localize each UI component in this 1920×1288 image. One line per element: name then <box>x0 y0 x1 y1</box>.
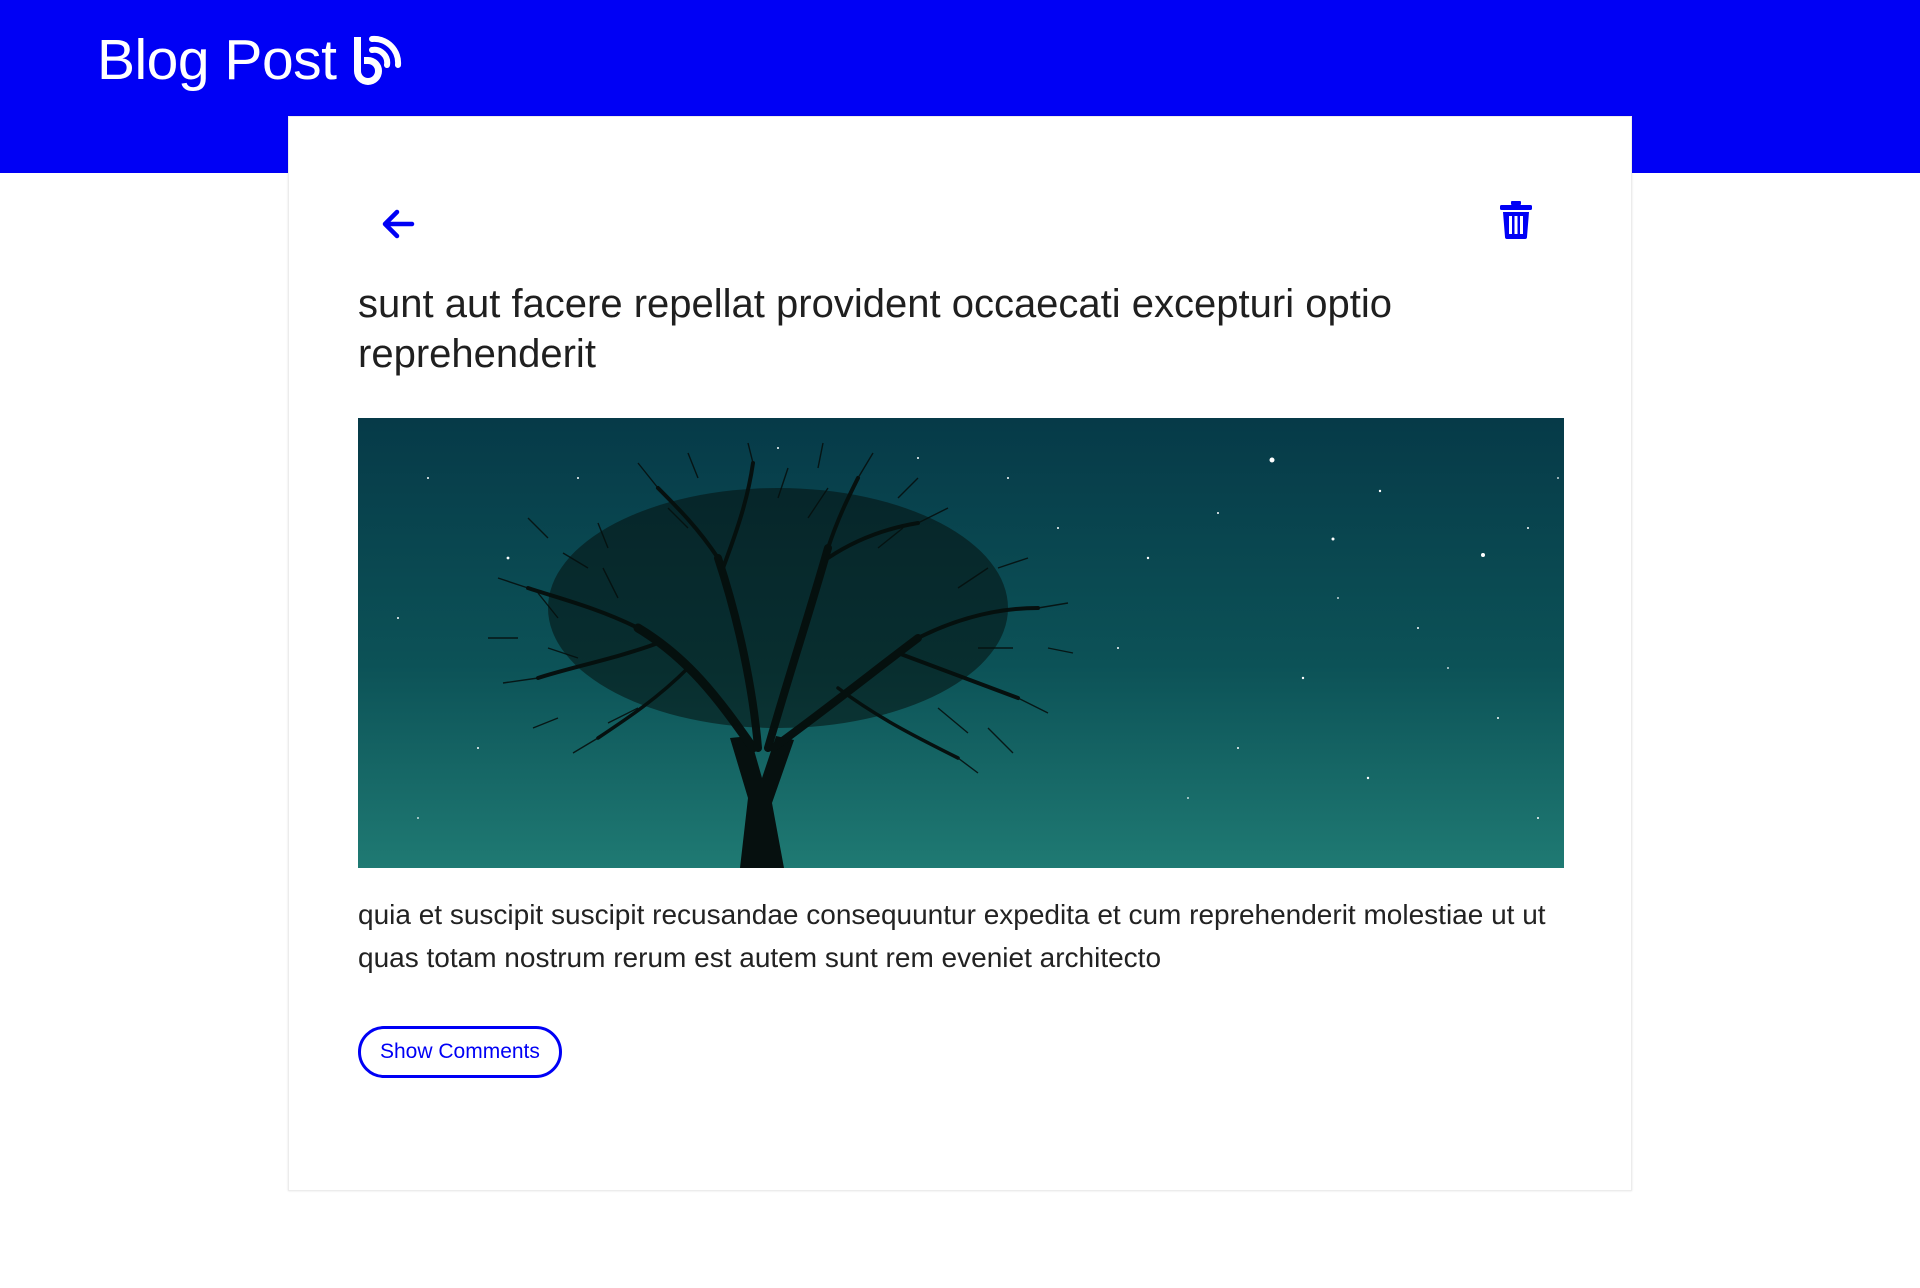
post-title: sunt aut facere repellat provident occae… <box>358 282 1392 376</box>
trash-icon <box>1500 200 1532 244</box>
brand: Blog Post <box>97 26 406 94</box>
delete-button[interactable] <box>1489 195 1543 249</box>
post-image <box>358 418 1564 868</box>
back-button[interactable] <box>371 199 425 253</box>
show-comments-button[interactable]: Show Comments <box>358 1026 562 1078</box>
app-title: Blog Post <box>97 28 337 92</box>
arrow-left-icon <box>380 206 416 247</box>
post-body: quia et suscipit suscipit recusandae con… <box>358 899 1546 973</box>
post-card: sunt aut facere repellat provident occae… <box>288 116 1632 1191</box>
blogger-icon <box>348 31 406 89</box>
